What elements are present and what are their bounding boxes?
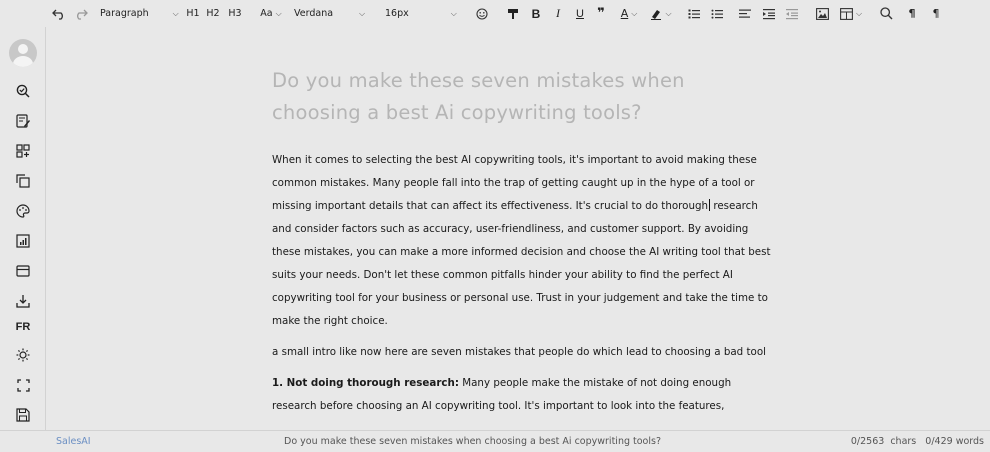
format-painter-icon[interactable] [505, 0, 521, 27]
font-size-label: 16px [385, 8, 409, 19]
chevron-down-icon: ⌵ [359, 8, 366, 18]
ordered-list-icon[interactable] [686, 0, 702, 27]
copy-icon[interactable] [11, 169, 35, 193]
redo-icon[interactable] [72, 0, 90, 27]
heading3-button[interactable]: H3 [228, 0, 242, 27]
undo-icon[interactable] [50, 0, 68, 27]
show-blocks-icon[interactable]: ¶ [928, 0, 944, 27]
bold-icon[interactable]: B [529, 0, 543, 27]
brightness-icon[interactable] [11, 343, 35, 367]
language-fr-button[interactable]: FR [11, 315, 35, 339]
block-format-label: Paragraph [100, 8, 149, 19]
text-color-icon[interactable]: A ⌵ [616, 0, 642, 27]
align-left-icon[interactable] [737, 0, 753, 27]
save-icon[interactable] [11, 403, 35, 427]
paragraph-text: When it comes to selecting the best AI c… [272, 154, 757, 212]
font-size-select[interactable]: 16px ⌵ [385, 0, 465, 27]
image-icon[interactable] [814, 0, 830, 27]
chart-icon[interactable] [11, 229, 35, 253]
mistake-heading: 1. Not doing thorough research: [272, 377, 459, 389]
brand-link[interactable]: SalesAI [56, 436, 91, 447]
ltr-icon[interactable]: ¶ [904, 0, 920, 27]
chevron-down-icon: ⌵ [172, 8, 179, 18]
emoji-icon[interactable] [474, 0, 490, 27]
document-title[interactable]: Do you make these seven mistakes when ch… [272, 65, 772, 129]
font-family-label: Verdana [294, 8, 334, 19]
paragraph-small-intro[interactable]: a small intro like now here are seven mi… [272, 341, 772, 364]
editor-area[interactable]: Do you make these seven mistakes when ch… [47, 27, 990, 430]
download-icon[interactable] [11, 289, 35, 313]
status-bar: SalesAI Do you make these seven mistakes… [0, 430, 990, 452]
search-icon[interactable] [878, 0, 894, 27]
heading1-button[interactable]: H1 [186, 0, 200, 27]
case-label: Aa [260, 8, 273, 19]
word-char-count: 0/2563 chars 0/429 words [850, 436, 984, 447]
chevron-down-icon: ⌵ [450, 8, 457, 18]
outdent-icon[interactable] [784, 0, 800, 27]
palette-icon[interactable] [11, 199, 35, 223]
paragraph-intro[interactable]: When it comes to selecting the best AI c… [272, 149, 772, 333]
document[interactable]: Do you make these seven mistakes when ch… [272, 65, 772, 418]
block-format-select[interactable]: Paragraph ⌵ [100, 0, 180, 27]
fullscreen-icon[interactable] [11, 373, 35, 397]
status-document-name: Do you make these seven mistakes when ch… [284, 436, 661, 447]
indent-icon[interactable] [761, 0, 777, 27]
add-block-icon[interactable] [11, 139, 35, 163]
heading2-button[interactable]: H2 [206, 0, 220, 27]
archive-icon[interactable] [11, 259, 35, 283]
editor-toolbar: Paragraph ⌵ H1 H2 H3 Aa ⌵ Verdana ⌵ 16px… [0, 0, 990, 27]
edit-note-icon[interactable] [11, 109, 35, 133]
highlight-icon[interactable]: ⌵ [648, 0, 674, 27]
paragraph-mistake-1[interactable]: 1. Not doing thorough research: Many peo… [272, 372, 772, 418]
bullet-list-icon[interactable] [709, 0, 725, 27]
font-family-select[interactable]: Verdana ⌵ [294, 0, 376, 27]
quote-icon[interactable]: ❞ [594, 0, 608, 27]
sidebar: FR [0, 27, 46, 452]
case-select[interactable]: Aa ⌵ [256, 0, 286, 27]
check-search-icon[interactable] [11, 79, 35, 103]
underline-icon[interactable]: U [573, 0, 587, 27]
paragraph-text: research and consider factors such as ac… [272, 200, 771, 327]
avatar[interactable] [9, 39, 37, 67]
table-icon[interactable]: ⌵ [838, 0, 864, 27]
italic-icon[interactable]: I [551, 0, 565, 27]
chevron-down-icon: ⌵ [275, 8, 282, 18]
